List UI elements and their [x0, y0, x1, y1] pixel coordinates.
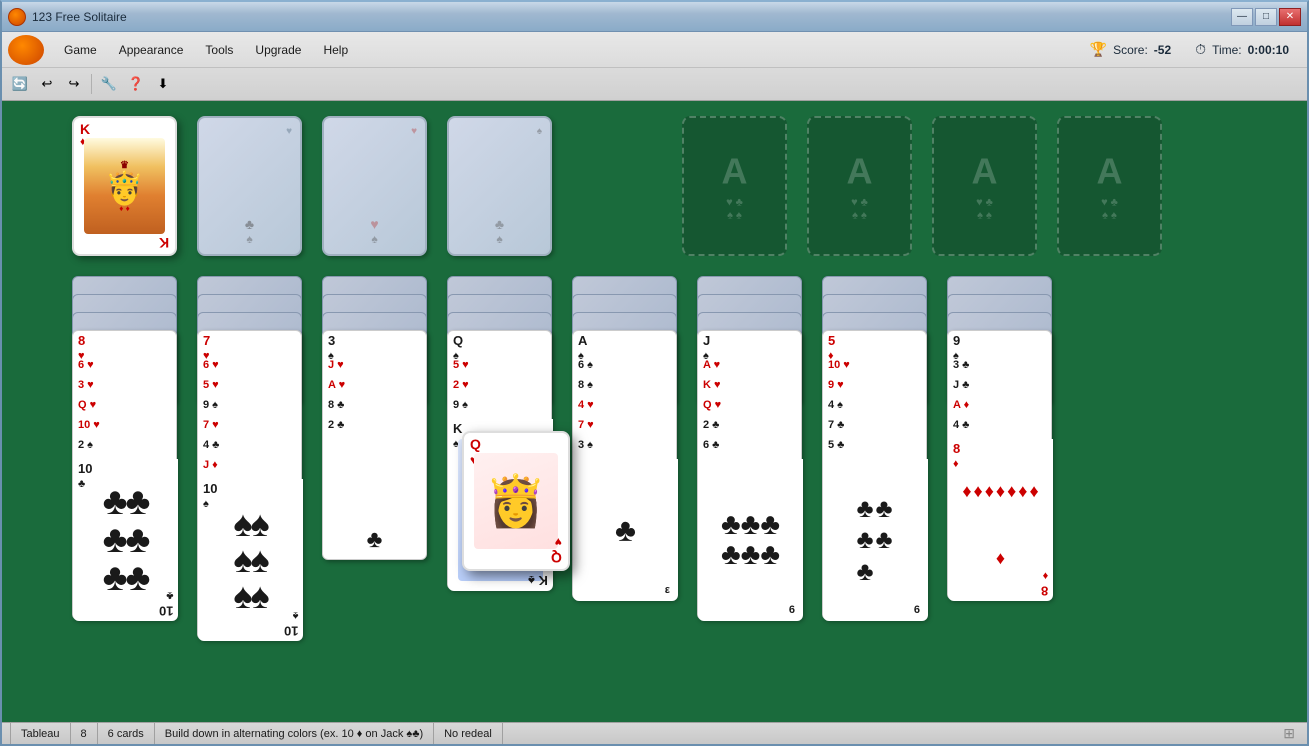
toolbar-separator-1: [91, 74, 92, 94]
title-bar-left: 123 Free Solitaire: [8, 8, 127, 26]
columns-value: 8: [81, 728, 87, 740]
menu-appearance[interactable]: Appearance: [109, 41, 194, 59]
new-game-button[interactable]: 🔄: [8, 72, 32, 96]
king-diamonds-card[interactable]: K ♦ K 👑 ♛ 🤴 ♦ ♦: [72, 116, 177, 256]
close-button[interactable]: ✕: [1279, 8, 1301, 26]
time-label: Time:: [1212, 43, 1242, 57]
redo-button[interactable]: ↪: [62, 72, 86, 96]
time-area: ⏱ Time: 0:00:10: [1195, 41, 1289, 58]
score-value: -52: [1154, 43, 1171, 57]
window-title: 123 Free Solitaire: [32, 10, 127, 24]
undo-button[interactable]: ↩: [35, 72, 59, 96]
application-window: 123 Free Solitaire — □ ✕ Game Appearance…: [0, 0, 1309, 746]
card-ace-spades[interactable]: A♠ 6 ♠ 8 ♠ 4 ♥ 7 ♥ 3 ♠ ♣ ε: [572, 330, 677, 600]
menu-help[interactable]: Help: [313, 41, 358, 59]
menu-tools[interactable]: Tools: [195, 41, 243, 59]
app-logo: [8, 35, 44, 65]
score-label: Score:: [1113, 43, 1148, 57]
minimize-button[interactable]: —: [1231, 8, 1253, 26]
rule-status: Build down in alternating colors (ex. 10…: [155, 723, 434, 744]
card-3-spades[interactable]: 3♠ J ♥ A ♥ 8 ♣ 2 ♣ ♣: [322, 330, 427, 560]
status-bar: Tableau 8 6 cards Build down in alternat…: [2, 722, 1307, 744]
stock-pile-3[interactable]: ♥ ♠ ♥: [322, 116, 427, 256]
card-jack-clubs[interactable]: J♠ A ♥ K ♥ Q ♥ 2 ♣ 6 ♣ ♣♣♣♣♣♣ 6: [697, 330, 802, 620]
game-type-label: Tableau: [21, 728, 60, 740]
cards-status: 6 cards: [98, 723, 155, 744]
time-value: 0:00:10: [1248, 43, 1289, 57]
maximize-button[interactable]: □: [1255, 8, 1277, 26]
columns-status: 8: [71, 723, 98, 744]
card-8-hearts[interactable]: 8♥ 6 ♥ 3 ♥ Q ♥ 10 ♥ 2 ♠ 10♣ ♣♣♣♣♣♣ 10♣: [72, 330, 177, 620]
app-icon: [8, 8, 26, 26]
foundation-slot-1[interactable]: A ♥ ♣ ♠ ♠: [682, 116, 787, 256]
stock-pile-4[interactable]: ♣ ♠ ♠: [447, 116, 552, 256]
menu-game[interactable]: Game: [54, 41, 107, 59]
trophy-icon: 🏆: [1090, 41, 1107, 58]
game-area[interactable]: K ♦ K 👑 ♛ 🤴 ♦ ♦ ♣ ♠ ♥: [2, 101, 1307, 722]
help-button[interactable]: ❓: [124, 72, 148, 96]
menu-upgrade[interactable]: Upgrade: [245, 41, 311, 59]
score-area: 🏆 Score: -52: [1090, 41, 1171, 58]
card-7-hearts[interactable]: 7♥ 6 ♥ 5 ♥ 9 ♠ 7 ♥ 4 ♣ J ♦ 10♠ ♠♠♠♠♠♠ 10…: [197, 330, 302, 640]
status-grid-icon: ⊞: [503, 725, 1299, 742]
card-9-spades[interactable]: 9♠ 3 ♣ J ♣ A ♦ 4 ♣ 8♦ ♦♦ ♦♦ ♦♦ ♦♦ 8♦: [947, 330, 1052, 600]
card-5-diamonds[interactable]: 5♦ 10 ♥ 9 ♥ 4 ♠ 7 ♣ 5 ♣ ♣♣♣♣♣ 6: [822, 330, 927, 620]
download-button[interactable]: ⬇: [151, 72, 175, 96]
rule-text: Build down in alternating colors (ex. 10…: [165, 728, 423, 740]
stock-pile-2[interactable]: ♣ ♠ ♥: [197, 116, 302, 256]
foundation-slot-4[interactable]: A ♥ ♣ ♠ ♠: [1057, 116, 1162, 256]
foundation-slot-3[interactable]: A ♥ ♣ ♠ ♠: [932, 116, 1037, 256]
window-controls: — □ ✕: [1231, 8, 1301, 26]
game-type-status: Tableau: [10, 723, 71, 744]
stock-pile-1[interactable]: K ♦ K 👑 ♛ 🤴 ♦ ♦: [72, 116, 177, 256]
title-bar: 123 Free Solitaire — □ ✕: [2, 2, 1307, 32]
redeal-status: No redeal: [434, 723, 503, 744]
foundation-slot-2[interactable]: A ♥ ♣ ♠ ♠: [807, 116, 912, 256]
dragged-queen-hearts[interactable]: Q♥ 👸 Q♥: [462, 431, 570, 571]
clock-icon: ⏱: [1195, 41, 1206, 58]
settings-button[interactable]: 🔧: [97, 72, 121, 96]
redeal-value: No redeal: [444, 728, 492, 740]
cards-value: 6 cards: [108, 728, 144, 740]
